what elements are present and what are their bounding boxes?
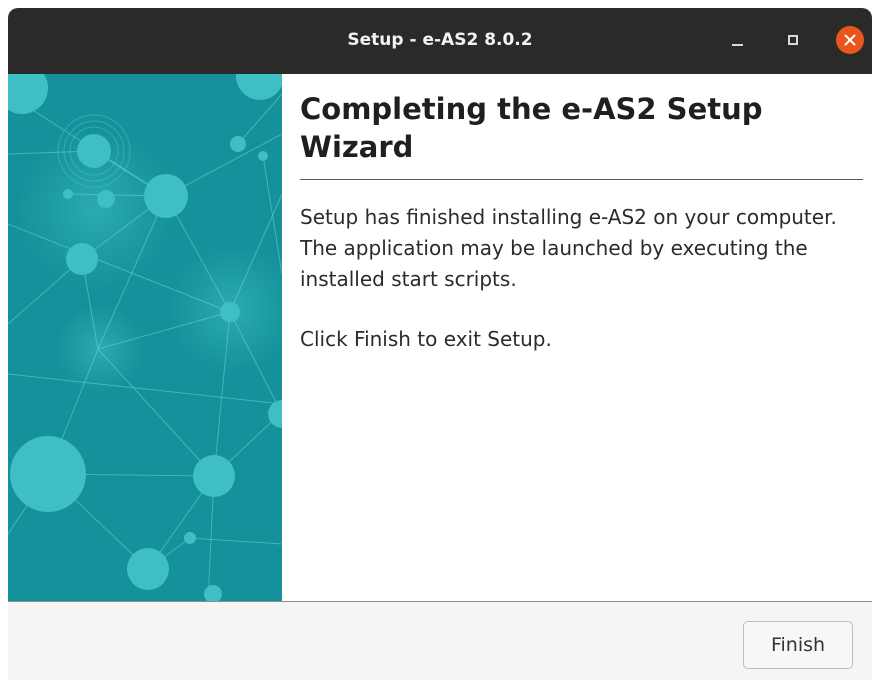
wizard-content: Completing the e-AS2 Setup Wizard Setup … (8, 74, 872, 601)
exit-instruction: Click Finish to exit Setup. (300, 327, 552, 351)
close-icon (844, 34, 856, 46)
completion-message: Setup has finished installing e-AS2 on y… (300, 205, 837, 291)
wizard-banner-image (8, 74, 282, 601)
title-bar[interactable]: Setup - e-AS2 8.0.2 (8, 8, 872, 74)
setup-window: Setup - e-AS2 8.0.2 Completing the e-AS2… (8, 8, 872, 680)
finish-button[interactable]: Finish (743, 621, 853, 669)
close-button[interactable] (836, 26, 864, 54)
maximize-icon (788, 35, 798, 45)
wizard-heading: Completing the e-AS2 Setup Wizard (300, 92, 763, 164)
maximize-button[interactable] (779, 26, 807, 54)
button-bar: Finish (8, 601, 872, 680)
minimize-icon (731, 44, 743, 46)
heading-divider (300, 179, 863, 180)
minimize-button[interactable] (723, 26, 751, 54)
